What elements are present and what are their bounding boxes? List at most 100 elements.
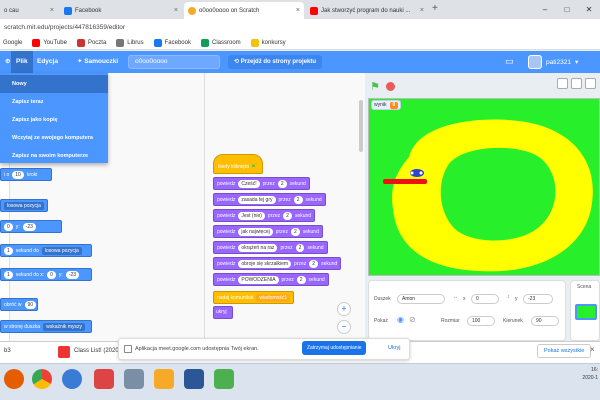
y-field[interactable]: -23 [22,222,36,231]
fullscreen-icon[interactable] [585,78,596,89]
block-move-steps[interactable]: i o 10 kroki [0,168,52,181]
close-icon[interactable]: × [590,345,595,354]
large-stage-icon[interactable] [571,78,582,89]
folder-icon[interactable] [154,369,174,389]
media-icon[interactable] [94,369,114,389]
block-glide-to[interactable]: 1 sekund do losowa pozycja [0,244,92,257]
chrome-icon[interactable] [32,369,52,389]
menu-edit[interactable]: Edycja [32,51,63,73]
broadcast-block[interactable]: nadaj komunikat wiadomość1 [213,291,295,304]
bookmark-librus[interactable]: Librus [116,38,144,47]
seconds-field[interactable]: 1 [4,246,13,255]
scripts-scrollbar[interactable] [359,100,363,152]
message-field[interactable]: zasada tej gry [238,195,276,204]
menu-item-save-to-computer[interactable]: Zapisz na swoim komputerze [0,147,108,165]
app-icon[interactable] [214,369,234,389]
target-dropdown[interactable]: losowa pozycja [41,246,82,255]
browser-tab[interactable]: Facebook × [60,2,182,19]
zoom-out-button[interactable]: − [337,320,351,334]
block-point-towards[interactable]: w stronę duszka wskaźnik myszy [0,320,92,333]
menu-item-new[interactable]: Nowy [0,75,108,93]
seconds-field[interactable]: 2 [293,195,303,204]
say-for-seconds-block[interactable]: powiedz okrążeń na raz przez 2 sekund [213,241,328,254]
minimize-icon[interactable]: – [534,0,556,19]
close-window-icon[interactable]: ✕ [578,0,600,19]
say-for-seconds-block[interactable]: powiedz Cześć! przez 2 sekund [213,177,310,190]
block-point-in-direction[interactable]: obróć w 90 [0,298,38,311]
say-for-seconds-block[interactable]: powiedz jak najwięcej przez 2 sekund [213,225,323,238]
seconds-field[interactable]: 2 [295,243,305,252]
direction-field[interactable]: 90 [531,316,559,326]
url-input[interactable] [0,21,600,34]
message-field[interactable]: okrążeń na raz [238,243,278,252]
x-field[interactable]: 0 [4,222,13,231]
say-for-seconds-block[interactable]: powiedz zasada tej gry przez 2 sekund [213,193,326,206]
seconds-field[interactable]: 2 [296,275,306,284]
bookmark-facebook[interactable]: Facebook [153,38,191,47]
see-project-page-button[interactable]: ⟲ Przejdź do strony projektu [228,55,323,69]
sprite-name-field[interactable]: Amon [397,294,445,304]
bookmark-classroom[interactable]: Classroom [200,38,241,47]
close-icon[interactable]: × [420,7,424,14]
block-glide-to-xy[interactable]: 1 sekund do x: 0 y: -23 [0,268,92,281]
stop-button[interactable] [386,82,395,91]
target-dropdown[interactable]: losowa pozycja [4,201,44,210]
size-field[interactable]: 100 [467,316,495,326]
show-all-downloads-button[interactable]: Pokaż wszystkie [537,344,592,358]
browser-tab[interactable]: o cau × [0,2,58,19]
when-flag-clicked-block[interactable]: kiedy kliknięto ⚑ [213,154,263,174]
menu-tutorials[interactable]: ✦ Samouczki [72,51,123,73]
app-icon[interactable] [62,369,82,389]
my-stuff-icon[interactable]: ▭ [505,56,514,67]
system-clock[interactable]: 16: 2020-1 [560,366,598,382]
stop-sharing-button[interactable]: Zatrzymaj udostępnianie [302,341,367,355]
browser-tab[interactable]: Jak stworzyć program do nauki ... × [306,2,428,19]
message-field[interactable]: obroje się skrzałkiem [238,259,292,268]
eye-icon[interactable]: ◉ [397,315,404,324]
bookmark-konkursy[interactable]: konkursy [250,38,286,47]
hide-block[interactable]: ukryj [213,306,233,319]
seconds-field[interactable]: 1 [4,270,13,279]
menu-item-load-from-computer[interactable]: Wczytaj ze swojego komputera [0,129,108,147]
bookmark-youtube[interactable]: YouTube [32,38,67,47]
stage-thumbnail[interactable] [575,304,597,320]
x-field[interactable]: 0 [471,294,499,304]
hide-notification-link[interactable]: Ukryj [388,341,401,355]
seconds-field[interactable]: 2 [290,227,300,236]
y-field[interactable]: -23 [65,270,80,279]
pointer-dropdown[interactable]: wskaźnik myszy [43,322,85,331]
close-icon[interactable]: × [296,7,300,14]
close-icon[interactable]: × [50,7,54,14]
message-field[interactable]: Cześć! [238,179,260,188]
close-icon[interactable]: × [174,7,178,14]
message-field[interactable]: Jest (nie) [238,211,265,220]
y-field[interactable]: -23 [523,294,553,304]
stage-canvas[interactable] [368,98,600,276]
bookmark-poczta[interactable]: Poczta [76,38,106,47]
zoom-in-button[interactable]: + [337,302,351,316]
maximize-icon[interactable]: □ [556,0,578,19]
firefox-icon[interactable] [4,369,24,389]
block-go-to[interactable]: losowa pozycja [0,199,48,212]
message-dropdown[interactable]: wiadomość1 [256,293,291,302]
steps-field[interactable]: 10 [12,170,24,179]
message-field[interactable]: POWODZENIA [238,275,279,284]
say-for-seconds-block[interactable]: powiedz Jest (nie) przez 2 sekund [213,209,316,222]
menu-item-save-now[interactable]: Zapisz teraz [0,93,108,111]
seconds-field[interactable]: 2 [309,259,319,268]
block-go-to-xy[interactable]: 0 y: -23 [0,220,62,233]
small-stage-icon[interactable] [557,78,568,89]
user-menu[interactable]: pati2321 ▾ [528,51,578,73]
browser-tab-active[interactable]: o0oo0oooo on Scratch × [184,2,304,19]
file-explorer-icon[interactable] [124,369,144,389]
new-tab-button[interactable]: + [432,3,438,14]
seconds-field[interactable]: 2 [283,211,292,220]
word-icon[interactable] [184,369,204,389]
bookmark-google[interactable]: Google [3,40,22,46]
green-flag-button[interactable]: ⚑ [370,80,380,93]
x-field[interactable]: 0 [47,270,56,279]
seconds-field[interactable]: 2 [277,179,287,188]
download-item[interactable]: b3 [4,348,11,354]
direction-field[interactable]: 90 [24,300,37,309]
message-field[interactable]: jak najwięcej [238,227,273,236]
